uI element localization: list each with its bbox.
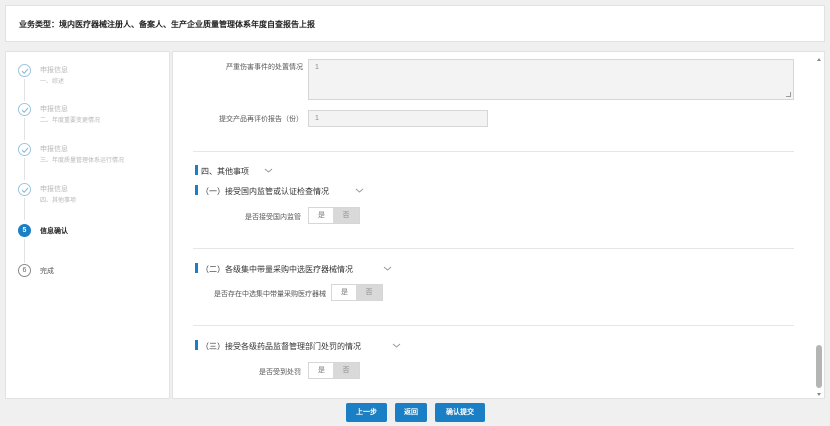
scroll-down-icon[interactable] — [817, 393, 821, 396]
step-title: 申报信息 — [40, 186, 68, 193]
section-marker — [195, 263, 198, 273]
step-sidebar: 申报信息 一、综述 申报信息 二、年度重要变更情况 申报信息 三、年度质量管理体… — [5, 51, 170, 399]
severe-event-value: 1 — [315, 64, 319, 71]
reevaluation-value: 1 — [315, 115, 319, 122]
step-connector — [24, 239, 25, 263]
check-icon — [18, 64, 31, 77]
reevaluation-input[interactable]: 1 — [308, 110, 488, 127]
chevron-down-icon[interactable] — [383, 266, 392, 271]
check-icon — [18, 143, 31, 156]
step-title: 申报信息 — [40, 67, 68, 74]
severe-event-label: 严重伤害事件的处置情况 — [226, 64, 303, 71]
sub3-title: （三）接受各级药品监督管理部门处罚的情况 — [201, 342, 361, 351]
divider — [193, 151, 794, 152]
section-marker — [195, 165, 198, 175]
chevron-down-icon[interactable] — [355, 188, 364, 193]
sub1-title: （一）接受国内监管或认证检查情况 — [201, 187, 329, 196]
step-1[interactable]: 申报信息 一、综述 — [18, 64, 166, 101]
step-connector — [24, 118, 25, 140]
step-number: 6 — [18, 264, 31, 277]
sub2-title: （二）各级集中带量采购中选医疗器械情况 — [201, 265, 353, 274]
divider — [193, 248, 794, 249]
step-subtitle: 二、年度重要变更情况 — [40, 118, 101, 124]
check-icon — [18, 183, 31, 196]
chevron-down-icon[interactable] — [392, 343, 401, 348]
procurement-toggle[interactable]: 是 否 — [331, 284, 383, 301]
step-6[interactable]: 6 完成 — [18, 264, 166, 298]
step-5[interactable]: 5 信息确认 — [18, 224, 166, 263]
step-connector — [24, 79, 25, 101]
section4-title: 四、其他事项 — [201, 167, 249, 176]
step-subtitle: 三、年度质量管理体系运行情况 — [40, 158, 125, 164]
form-content[interactable]: 严重伤害事件的处置情况 1 提交产品再评价报告（份） 1 四、其他事项 （一）接… — [172, 51, 825, 399]
confirm-submit-button[interactable]: 确认提交 — [435, 403, 485, 422]
chevron-down-icon[interactable] — [264, 168, 273, 173]
step-2[interactable]: 申报信息 二、年度重要变更情况 — [18, 103, 166, 140]
no-option[interactable]: 否 — [333, 363, 359, 378]
scrollbar[interactable] — [816, 58, 822, 396]
step-title: 申报信息 — [40, 146, 68, 153]
sub2-question: 是否存在中选集中带量采购医疗器械 — [214, 291, 326, 298]
step-connector — [24, 198, 25, 220]
no-option[interactable]: 否 — [333, 208, 359, 223]
step-title: 申报信息 — [40, 106, 68, 113]
penalty-toggle[interactable]: 是 否 — [308, 362, 360, 379]
step-title: 完成 — [40, 268, 54, 275]
step-subtitle: 一、综述 — [40, 79, 65, 85]
step-3[interactable]: 申报信息 三、年度质量管理体系运行情况 — [18, 143, 166, 180]
inspection-toggle[interactable]: 是 否 — [308, 207, 360, 224]
no-option[interactable]: 否 — [356, 285, 382, 300]
footer-bar: 上一步 返回 确认提交 — [0, 400, 830, 426]
scroll-up-icon[interactable] — [817, 58, 821, 61]
step-number: 5 — [18, 224, 31, 237]
reevaluation-label: 提交产品再评价报告（份） — [219, 116, 303, 123]
resize-grip-icon[interactable] — [786, 92, 791, 97]
divider — [193, 325, 794, 326]
back-button[interactable]: 返回 — [395, 403, 427, 422]
step-4[interactable]: 申报信息 四、其他事项 — [18, 183, 166, 220]
prev-step-button[interactable]: 上一步 — [346, 403, 387, 422]
sub3-question: 是否受到处罚 — [259, 369, 301, 376]
scrollbar-thumb[interactable] — [816, 345, 822, 388]
step-title: 信息确认 — [40, 228, 68, 235]
sub1-question: 是否接受国内监管 — [245, 214, 301, 221]
yes-option[interactable]: 是 — [309, 208, 334, 223]
step-connector — [24, 158, 25, 180]
business-type-title: 业务类型：境内医疗器械注册人、备案人、生产企业质量管理体系年度自查报告上报 — [19, 20, 315, 29]
section-marker — [195, 185, 198, 195]
yes-option[interactable]: 是 — [332, 285, 357, 300]
yes-option[interactable]: 是 — [309, 363, 334, 378]
header-panel: 业务类型：境内医疗器械注册人、备案人、生产企业质量管理体系年度自查报告上报 — [5, 5, 825, 42]
severe-event-textarea[interactable]: 1 — [308, 59, 794, 100]
step-subtitle: 四、其他事项 — [40, 198, 77, 204]
check-icon — [18, 103, 31, 116]
section-marker — [195, 340, 198, 350]
